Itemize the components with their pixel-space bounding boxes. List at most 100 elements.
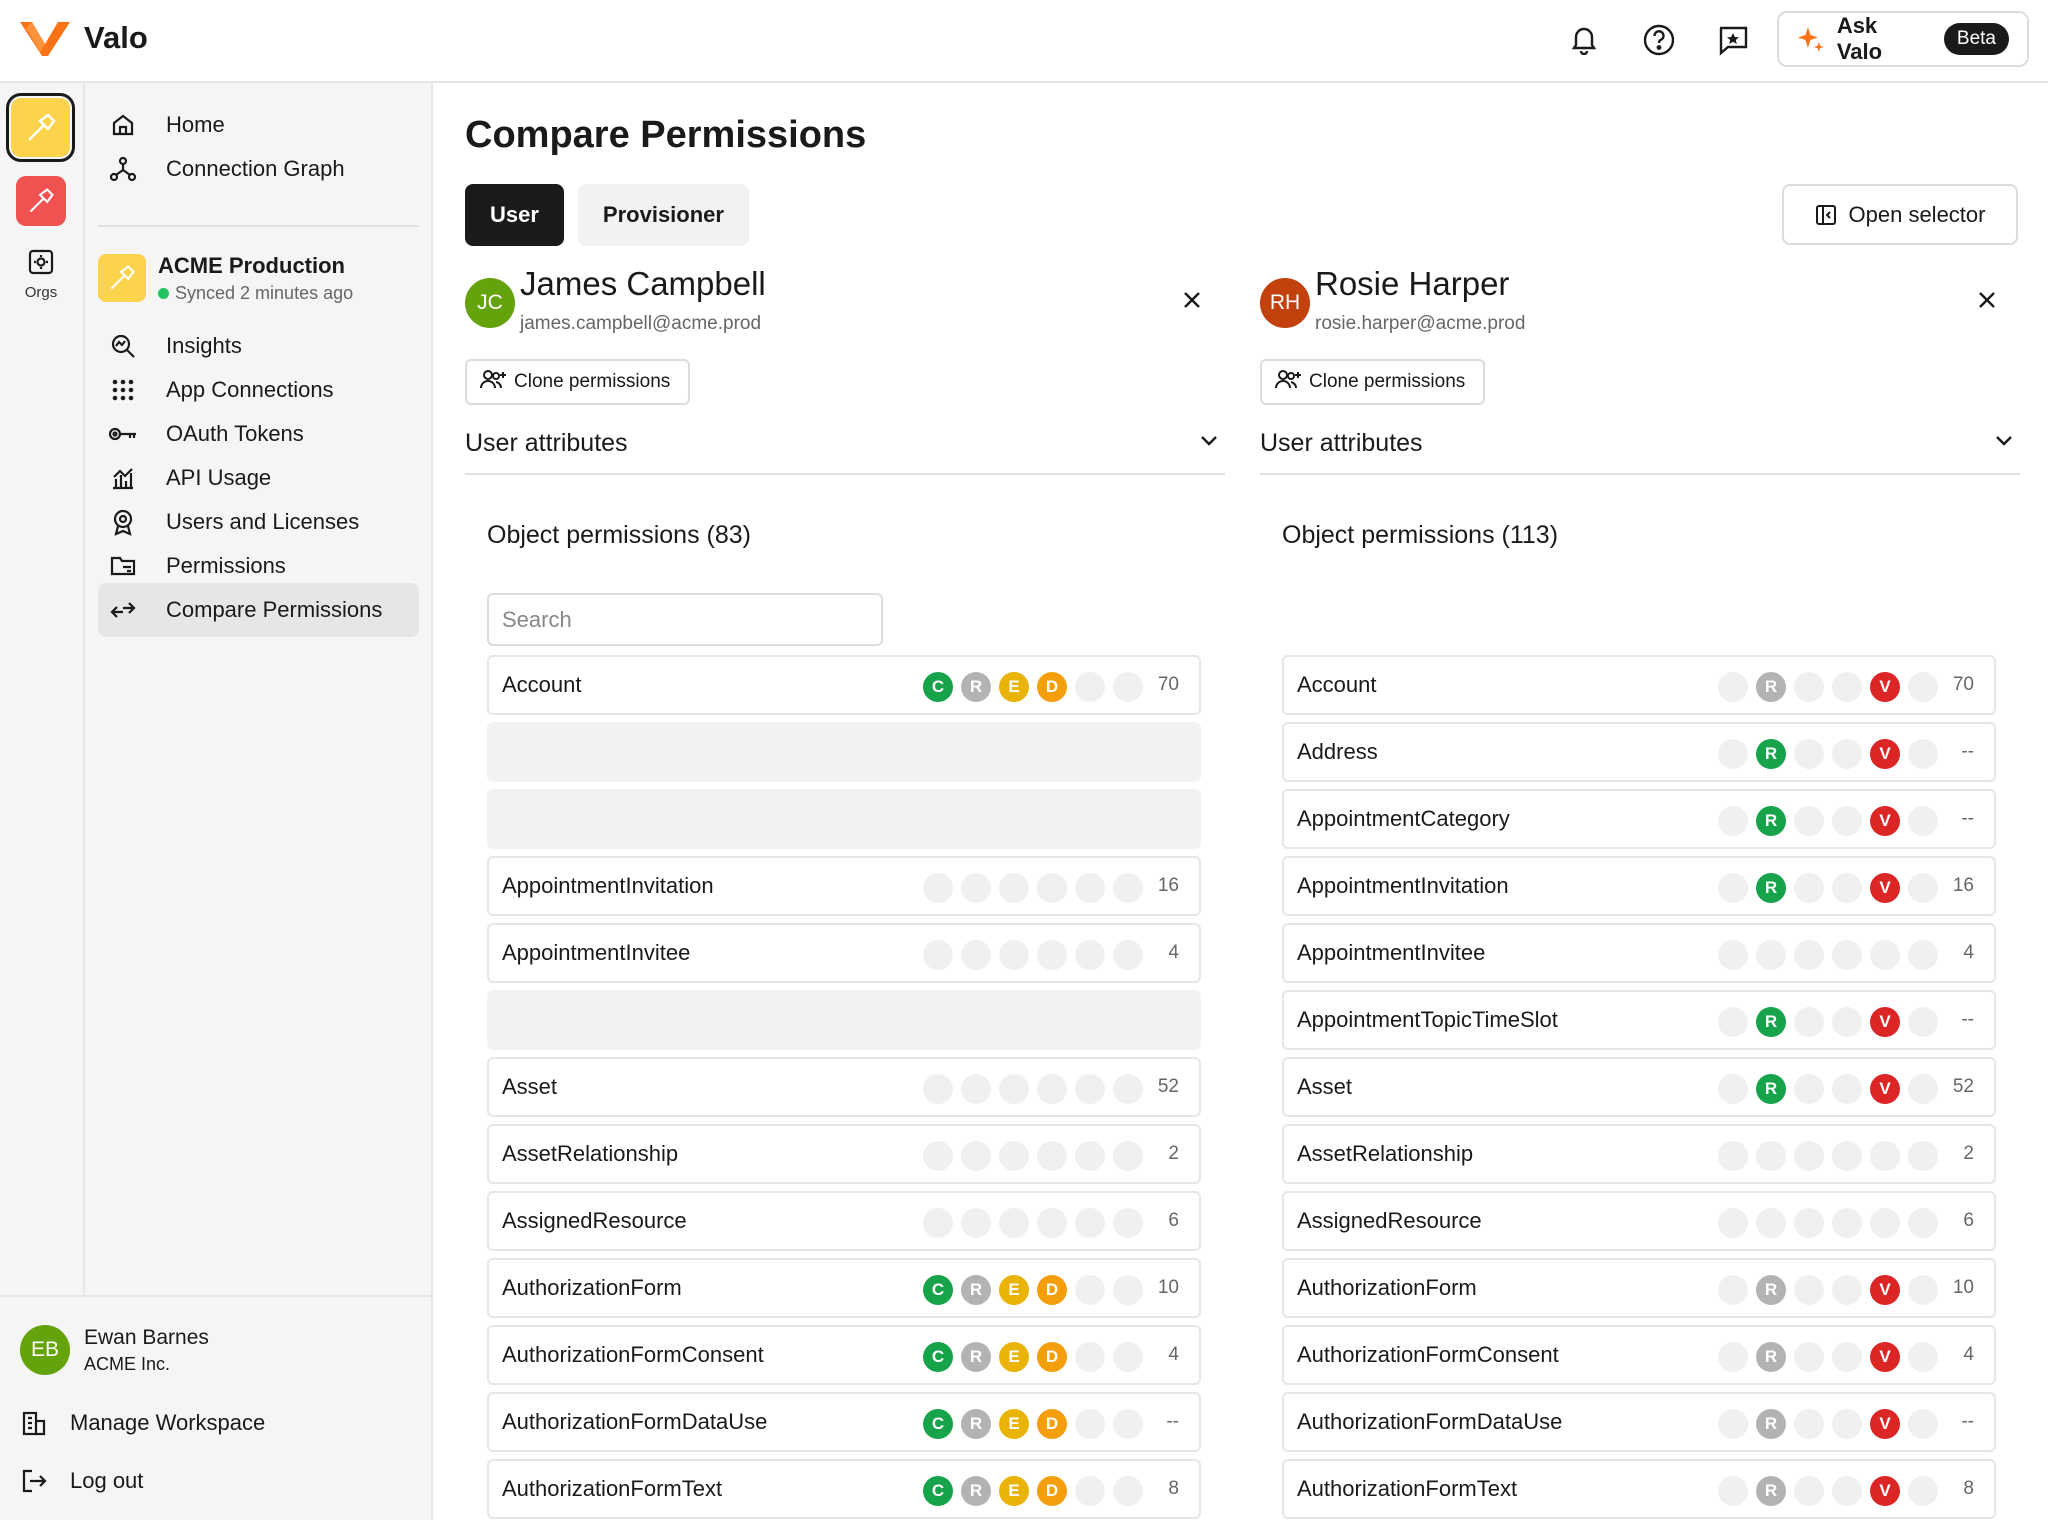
- permission-row[interactable]: Account R V 70: [1282, 655, 1996, 715]
- permission-badge-v: V: [1870, 1074, 1900, 1104]
- permission-row[interactable]: AssignedResource 6: [1282, 1191, 1996, 1251]
- orgs-button[interactable]: Orgs: [8, 248, 74, 301]
- field-count: 8: [1168, 1478, 1179, 1499]
- search-input[interactable]: [487, 593, 883, 646]
- tab-provisioner[interactable]: Provisioner: [577, 184, 749, 246]
- empty-permission-badge: [1908, 1409, 1938, 1439]
- empty-permission-badge: [1718, 672, 1748, 702]
- sidebar-item-connection-graph[interactable]: Connection Graph: [98, 142, 419, 196]
- permission-badge-r: R: [1756, 873, 1786, 903]
- permission-badge-r: R: [961, 1342, 991, 1372]
- empty-permission-badge: [1832, 1409, 1862, 1439]
- empty-permission-badge: [1908, 1074, 1938, 1104]
- permission-row[interactable]: AuthorizationForm C R E D 10: [487, 1258, 1201, 1318]
- current-user[interactable]: EB Ewan Barnes ACME Inc.: [20, 1325, 209, 1375]
- permission-row[interactable]: AppointmentInvitee 4: [487, 923, 1201, 983]
- org-name: ACME Production: [158, 252, 345, 278]
- permission-row[interactable]: Asset R V 52: [1282, 1057, 1996, 1117]
- object-name: AuthorizationForm: [1297, 1275, 1477, 1300]
- user-name: James Campbell: [520, 265, 766, 302]
- tab-user[interactable]: User: [465, 184, 564, 246]
- manage-workspace-button[interactable]: Manage Workspace: [20, 1409, 265, 1437]
- close-icon[interactable]: [1177, 285, 1207, 315]
- permission-row[interactable]: AuthorizationFormDataUse R V --: [1282, 1392, 1996, 1452]
- permission-badges: CRED: [923, 1409, 1143, 1439]
- permission-badges: [923, 1074, 1143, 1104]
- permission-row[interactable]: AuthorizationFormText R V 8: [1282, 1459, 1996, 1519]
- empty-permission-badge: [961, 1208, 991, 1238]
- empty-permission-badge: [999, 1074, 1029, 1104]
- object-name: Account: [502, 672, 582, 697]
- ask-valo-button[interactable]: Ask Valo Beta: [1777, 11, 2029, 67]
- permission-row[interactable]: AppointmentInvitee 4: [1282, 923, 1996, 983]
- empty-permission-badge: [1113, 1342, 1143, 1372]
- permission-row[interactable]: AppointmentCategory R V --: [1282, 789, 1996, 849]
- open-selector-button[interactable]: Open selector: [1782, 184, 2018, 245]
- permission-row[interactable]: AppointmentInvitation 16: [487, 856, 1201, 916]
- permission-row[interactable]: Address R V --: [1282, 722, 1996, 782]
- permission-row[interactable]: AuthorizationFormDataUse C R E D --: [487, 1392, 1201, 1452]
- permission-badge-r: R: [1756, 672, 1786, 702]
- clone-permissions-button[interactable]: Clone permissions: [465, 359, 690, 405]
- clone-permissions-button[interactable]: Clone permissions: [1260, 359, 1485, 405]
- object-permissions-title: Object permissions (113): [1282, 521, 1559, 549]
- permission-row[interactable]: AppointmentTopicTimeSlot R V --: [1282, 990, 1996, 1050]
- logout-button[interactable]: Log out: [20, 1467, 143, 1495]
- permission-row[interactable]: AuthorizationForm R V 10: [1282, 1258, 1996, 1318]
- empty-permission-badge: [1832, 806, 1862, 836]
- permission-badges: CRED: [923, 1275, 1143, 1305]
- permission-badge-v: V: [1870, 806, 1900, 836]
- sidebar-item-label: Connection Graph: [166, 156, 345, 181]
- permission-row[interactable]: AssetRelationship 2: [1282, 1124, 1996, 1184]
- empty-permission-badge: [1832, 1342, 1862, 1372]
- empty-permission-badge: [1908, 1141, 1938, 1171]
- object-name: AuthorizationFormDataUse: [1297, 1409, 1563, 1434]
- object-name: AuthorizationFormText: [502, 1476, 723, 1501]
- empty-permission-badge: [1718, 1275, 1748, 1305]
- permission-badge-v: V: [1870, 1476, 1900, 1506]
- permission-row[interactable]: AppointmentInvitation R V 16: [1282, 856, 1996, 916]
- org-switch-acme-production[interactable]: [6, 93, 75, 162]
- permission-row[interactable]: AuthorizationFormText C R E D 8: [487, 1459, 1201, 1519]
- permission-badge-v: V: [1870, 1342, 1900, 1372]
- permission-row[interactable]: AssetRelationship 2: [487, 1124, 1201, 1184]
- badge-icon: [108, 507, 138, 537]
- permission-badges: CRED: [923, 672, 1143, 702]
- object-name: Asset: [1297, 1074, 1353, 1099]
- close-icon[interactable]: [1972, 285, 2002, 315]
- app-logo[interactable]: Valo: [18, 18, 148, 58]
- permission-badge-r: R: [1756, 806, 1786, 836]
- empty-permission-badge: [1075, 873, 1105, 903]
- empty-permission-badge: [1718, 873, 1748, 903]
- permission-badge-c: C: [923, 1409, 953, 1439]
- field-count: 70: [1157, 674, 1179, 695]
- permission-row[interactable]: AssignedResource 6: [487, 1191, 1201, 1251]
- empty-permission-badge: [1794, 1141, 1824, 1171]
- notifications-bell-icon[interactable]: [1564, 20, 1604, 60]
- empty-permission-badge: [1718, 940, 1748, 970]
- permission-row[interactable]: AuthorizationFormConsent C R E D 4: [487, 1325, 1201, 1385]
- empty-permission-badge: [1037, 873, 1067, 903]
- org-switch-secondary[interactable]: [16, 176, 66, 226]
- field-count: 2: [1168, 1143, 1179, 1164]
- empty-permission-badge: [1870, 1208, 1900, 1238]
- user-attributes-toggle[interactable]: User attributes: [1260, 413, 2020, 475]
- object-name: AuthorizationFormText: [1297, 1476, 1518, 1501]
- permission-badges: [1718, 1141, 1938, 1171]
- empty-permission-badge: [1113, 1476, 1143, 1506]
- empty-permission-badge: [1794, 672, 1824, 702]
- permission-row[interactable]: Asset 52: [487, 1057, 1201, 1117]
- user-attributes-toggle[interactable]: User attributes: [465, 413, 1225, 475]
- empty-permission-badge: [999, 940, 1029, 970]
- building-icon: [22, 1411, 46, 1436]
- help-icon[interactable]: [1639, 20, 1679, 60]
- permission-row[interactable]: AuthorizationFormConsent R V 4: [1282, 1325, 1996, 1385]
- object-name: AssignedResource: [502, 1208, 687, 1233]
- permission-row[interactable]: Account C R E D 70: [487, 655, 1201, 715]
- feedback-icon[interactable]: [1713, 20, 1753, 60]
- empty-permission-badge: [1075, 1409, 1105, 1439]
- sidebar-item-compare-permissions[interactable]: Compare Permissions: [98, 583, 419, 637]
- empty-permission-badge: [1113, 1141, 1143, 1171]
- current-org[interactable]: ACME Production Synced 2 minutes ago: [98, 246, 419, 310]
- empty-permission-badge: [1718, 1476, 1748, 1506]
